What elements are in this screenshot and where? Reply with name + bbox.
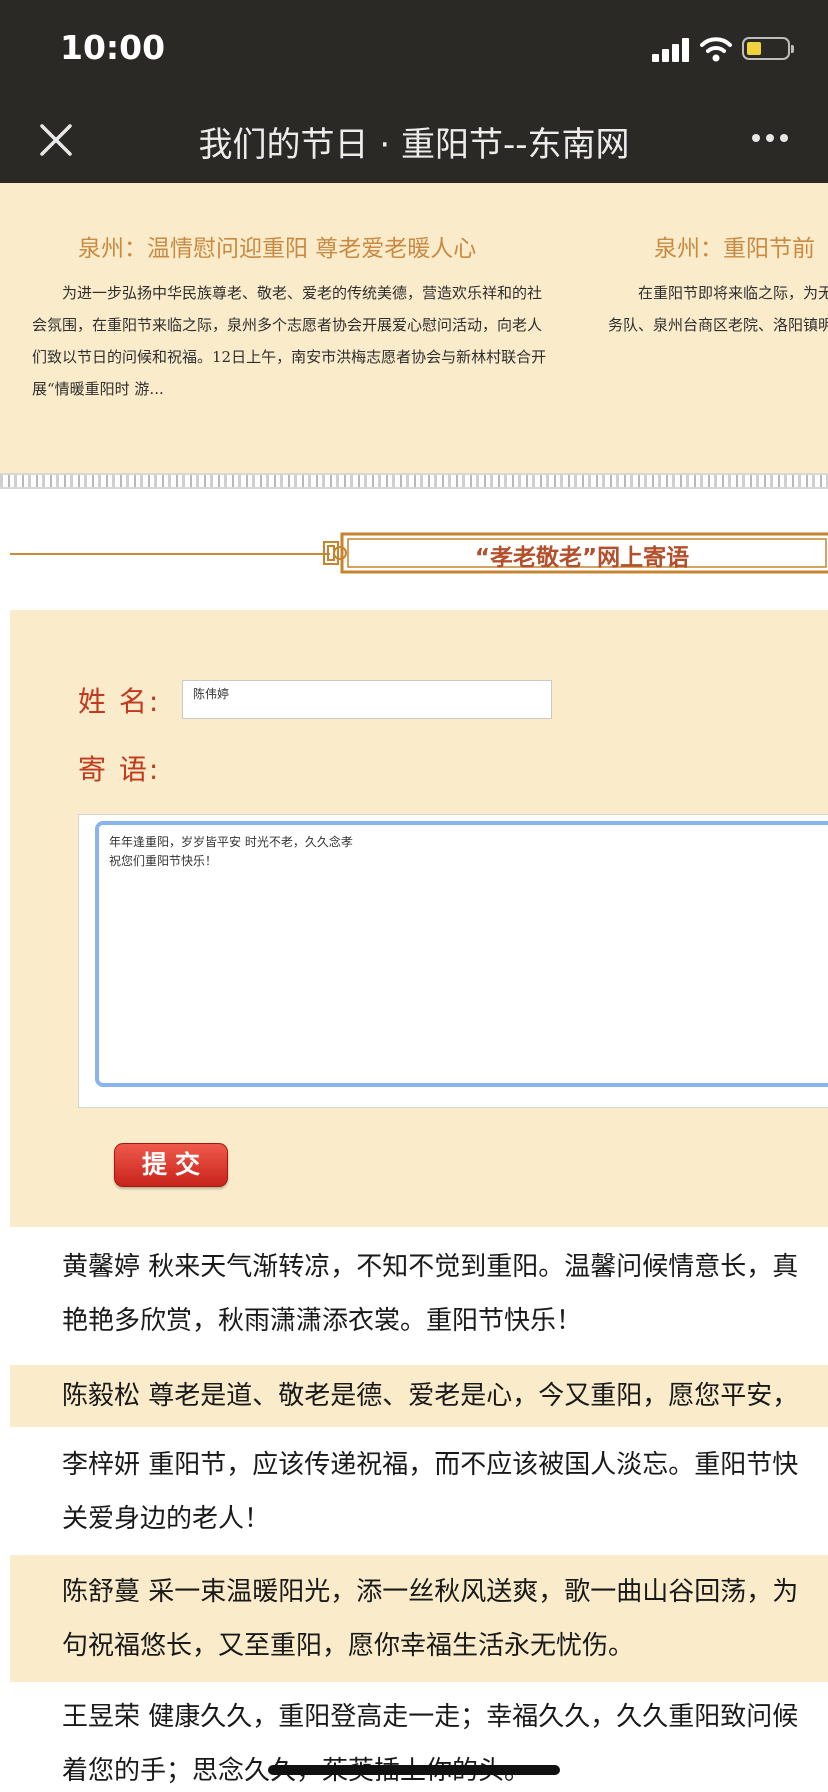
- battery-icon: [742, 37, 794, 60]
- page-title: 我们的节日 · 重阳节--东南网: [198, 125, 630, 165]
- message-text: 李梓妍 重阳节，应该传递祝福，而不应该被国人淡忘。重阳节快: [62, 1450, 799, 1480]
- message-text: 陈毅松 尊老是道、敬老是德、爱老是心，今又重阳，愿您平安，: [62, 1381, 799, 1411]
- message-text: 关爱身边的老人！: [62, 1504, 271, 1534]
- cellular-signal-icon: [652, 38, 690, 62]
- message-form: 姓 名: 陈伟婷 寄 语: 年年逢重阳，岁岁皆平安 时光不老，久久念孝 祝您们重…: [10, 610, 828, 1227]
- message-textarea[interactable]: 年年逢重阳，岁岁皆平安 时光不老，久久念孝 祝您们重阳节快乐！: [95, 821, 828, 1087]
- message-text: 句祝福悠长，又至重阳，愿你幸福生活永无忧伤。: [62, 1631, 635, 1661]
- news-summary: 在重阳节即将来临之际，为无私奉献精神，10月5日，泉州小飞侠志愿服务队、泉州台商…: [608, 284, 828, 334]
- message-text: 艳艳多欣赏，秋雨潇潇添衣裳。重阳节快乐！: [62, 1306, 583, 1336]
- status-time: 10:00: [60, 28, 166, 67]
- close-icon[interactable]: [36, 120, 76, 160]
- list-item: 李梓妍 重阳节，应该传递祝福，而不应该被国人淡忘。重阳节快 关爱身边的老人！: [0, 1438, 828, 1548]
- section-banner: “孝老敬老”网上寄语: [322, 528, 828, 578]
- message-text: 王昱荣 健康久久，重阳登高走一走；幸福久久，久久重阳致问候: [62, 1702, 799, 1732]
- wifi-icon: [700, 37, 732, 62]
- list-item: 陈毅松 尊老是道、敬老是德、爱老是心，今又重阳，愿您平安，: [10, 1365, 828, 1427]
- section-title: “孝老敬老”网上寄语: [474, 545, 690, 571]
- browser-chrome: 10:00 我们的节日 · 重阳节--东南网: [0, 0, 828, 183]
- submit-button[interactable]: 提交: [114, 1143, 228, 1187]
- news-summary: 为进一步弘扬中华民族尊老、敬老、爱老的传统美德，营造欢乐祥和的社会氛围，在重阳节…: [32, 284, 547, 398]
- list-item: 陈舒蔓 采一束温暖阳光，添一丝秋风送爽，歌一曲山谷回荡，为 句祝福悠长，又至重阳…: [10, 1555, 828, 1682]
- decorative-border: [0, 473, 828, 489]
- message-label: 寄 语:: [78, 753, 161, 786]
- news-title[interactable]: 泉州：温情慰问迎重阳 尊老爱老暖人心: [78, 229, 476, 263]
- message-text: 陈舒蔓 采一束温暖阳光，添一丝秋风送爽，歌一曲山谷回荡，为: [62, 1577, 799, 1607]
- name-label: 姓 名:: [78, 685, 161, 718]
- more-dots-icon[interactable]: [748, 130, 792, 146]
- list-item: 黄馨婷 秋来天气渐转凉，不知不觉到重阳。温馨问候情意长，真 艳艳多欣赏，秋雨潇潇…: [0, 1240, 828, 1352]
- home-indicator[interactable]: [268, 1765, 560, 1775]
- message-box: 年年逢重阳，岁岁皆平安 时光不老，久久念孝 祝您们重阳节快乐！: [78, 814, 828, 1108]
- message-text: 黄馨婷 秋来天气渐转凉，不知不觉到重阳。温馨问候情意长，真: [62, 1252, 799, 1282]
- list-item: 王昱荣 健康久久，重阳登高走一走；幸福久久，久久重阳致问候 着您的手；思念久久，…: [0, 1690, 828, 1792]
- section-divider: [10, 553, 330, 555]
- name-input[interactable]: 陈伟婷: [182, 680, 552, 719]
- news-carousel[interactable]: 泉州：温情慰问迎重阳 尊老爱老暖人心 为进一步弘扬中华民族尊老、敬老、爱老的传统…: [0, 183, 828, 473]
- news-title[interactable]: 泉州：重阳节前: [654, 229, 815, 263]
